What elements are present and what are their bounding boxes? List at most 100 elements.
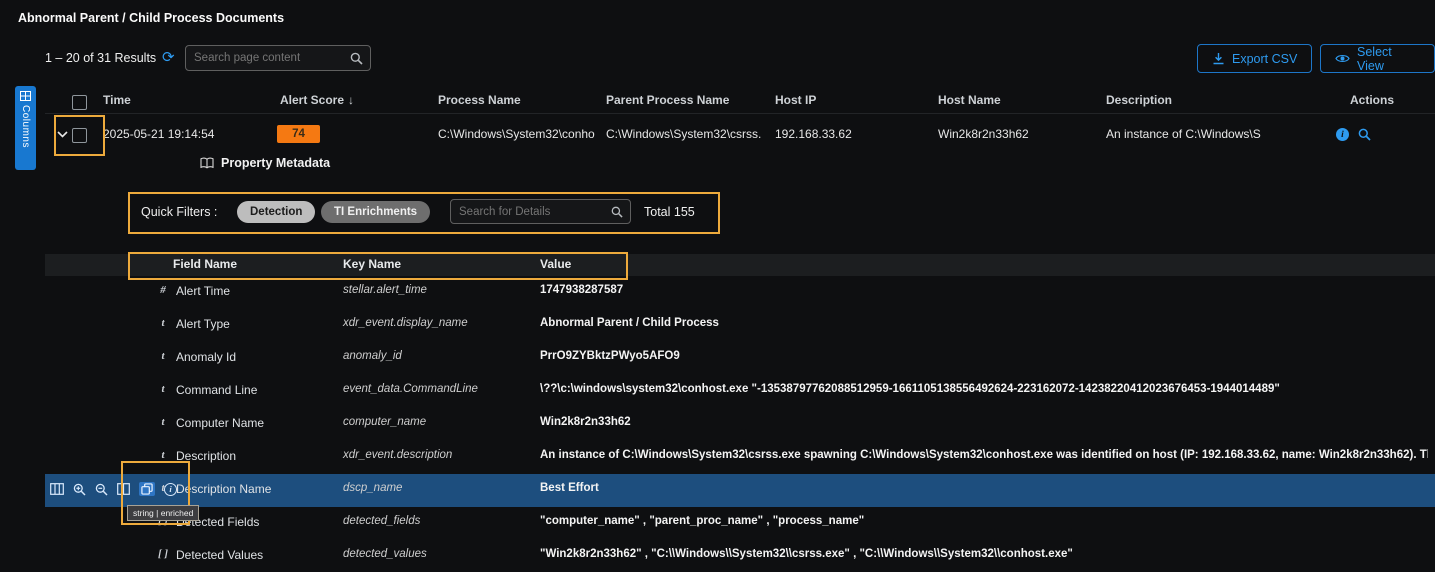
field-type-icon: t: [154, 449, 172, 461]
detail-search-input[interactable]: [451, 206, 611, 218]
row-search-icon[interactable]: [1358, 128, 1371, 141]
info-icon[interactable]: i: [164, 483, 177, 496]
export-csv-label: Export CSV: [1232, 52, 1297, 66]
field-type-icon: #: [154, 284, 172, 296]
select-all-checkbox[interactable]: [72, 95, 87, 110]
field-value: \??\c:\windows\system32\conhost.exe "-13…: [540, 383, 1280, 395]
row-process: C:\Windows\System32\conho: [438, 127, 595, 141]
detail-col-key-name: Key Name: [343, 257, 401, 271]
field-value: Win2k8r2n33h62: [540, 416, 631, 428]
page-search: [185, 45, 371, 71]
col-header-alert-score[interactable]: Alert Score ↓: [280, 93, 354, 107]
download-icon: [1212, 52, 1225, 65]
field-value: "Win2k8r2n33h62" , "C:\\Windows\\System3…: [540, 548, 1073, 560]
filter-ti-enrichments-pill[interactable]: TI Enrichments: [321, 201, 430, 223]
columns-tab-label: Columns: [20, 105, 31, 148]
row-parent: C:\Windows\System32\csrss.: [606, 127, 761, 141]
row-checkbox[interactable]: [72, 128, 87, 143]
row-actions: i: [1336, 128, 1371, 141]
search-icon: [611, 206, 623, 218]
row-info-icon[interactable]: i: [1336, 128, 1349, 141]
row-hover-toolbar: i: [50, 482, 177, 496]
row-host-name: Win2k8r2n33h62: [938, 127, 1029, 141]
detail-row-description[interactable]: t Description xdr_event.description An i…: [0, 441, 1435, 474]
field-value: "computer_name" , "parent_proc_name" , "…: [540, 515, 864, 527]
field-value: 1747938287587: [540, 284, 623, 296]
field-name: Detected Values: [176, 548, 263, 562]
table-icon[interactable]: [50, 483, 64, 495]
filter-detection-pill[interactable]: Detection: [237, 201, 315, 223]
export-csv-button[interactable]: Export CSV: [1197, 44, 1312, 73]
field-type-icon: t: [154, 416, 172, 428]
page-search-input[interactable]: [186, 52, 350, 64]
property-metadata-title: Property Metadata: [221, 156, 330, 170]
field-type-icon: [ ]: [154, 548, 172, 560]
detail-row-computer-name[interactable]: t Computer Name computer_name Win2k8r2n3…: [0, 408, 1435, 441]
field-value: Best Effort: [540, 482, 599, 494]
quick-filters-label: Quick Filters :: [141, 205, 217, 219]
columns-panel-tab[interactable]: Columns: [15, 86, 36, 170]
key-name: event_data.CommandLine: [343, 383, 478, 395]
field-type-icon: t: [154, 350, 172, 362]
detail-header-band: [45, 254, 1435, 276]
key-name: anomaly_id: [343, 350, 402, 362]
alert-score-badge[interactable]: 74: [277, 125, 320, 143]
copy-icon[interactable]: [139, 482, 155, 496]
col-header-host-ip[interactable]: Host IP: [775, 93, 816, 107]
field-type-icon: t: [154, 317, 172, 329]
columns-icon[interactable]: [117, 483, 130, 495]
refresh-icon[interactable]: ⟳: [162, 48, 175, 66]
col-header-time[interactable]: Time: [103, 93, 131, 107]
page-title: Abnormal Parent / Child Process Document…: [18, 11, 284, 25]
field-name: Anomaly Id: [176, 350, 236, 364]
row-time: 2025-05-21 19:14:54: [103, 127, 214, 141]
eye-icon: [1335, 53, 1350, 64]
field-name: Description Name: [176, 482, 271, 496]
field-value: Abnormal Parent / Child Process: [540, 317, 719, 329]
detail-search: [450, 199, 631, 224]
field-name: Computer Name: [176, 416, 264, 430]
type-tooltip: string | enriched: [127, 505, 199, 521]
col-header-actions: Actions: [1350, 93, 1394, 107]
total-count: Total 155: [644, 205, 695, 219]
zoom-out-icon[interactable]: [95, 483, 108, 496]
key-name: xdr_event.description: [343, 449, 452, 461]
select-view-button[interactable]: Select View: [1320, 44, 1435, 73]
key-name: detected_fields: [343, 515, 420, 527]
col-header-host-name[interactable]: Host Name: [938, 93, 1001, 107]
row-description: An instance of C:\Windows\S: [1106, 127, 1261, 141]
detail-row-detected-fields[interactable]: [ ] Detected Fields detected_fields "com…: [0, 507, 1435, 540]
detail-row-detected-values[interactable]: [ ] Detected Values detected_values "Win…: [0, 540, 1435, 572]
key-name: dscp_name: [343, 482, 402, 494]
key-name: xdr_event.display_name: [343, 317, 468, 329]
field-value: An instance of C:\Windows\System32\csrss…: [540, 449, 1428, 461]
field-name: Alert Type: [176, 317, 230, 331]
field-name: Command Line: [176, 383, 257, 397]
row-host-ip: 192.168.33.62: [775, 127, 852, 141]
col-header-parent[interactable]: Parent Process Name: [606, 93, 729, 107]
detail-row-alert-type[interactable]: t Alert Type xdr_event.display_name Abno…: [0, 309, 1435, 342]
key-name: detected_values: [343, 548, 427, 560]
detail-row-command-line[interactable]: t Command Line event_data.CommandLine \?…: [0, 375, 1435, 408]
field-value: PrrO9ZYBktzPWyo5AFO9: [540, 350, 680, 362]
search-icon: [350, 52, 363, 65]
app-window: Abnormal Parent / Child Process Document…: [0, 0, 1435, 572]
detail-row-description-name[interactable]: i t Description Name dscp_name Best Effo…: [0, 474, 1435, 507]
results-count: 1 – 20 of 31 Results: [45, 51, 156, 65]
key-name: stellar.alert_time: [343, 284, 427, 296]
col-header-description[interactable]: Description: [1106, 93, 1172, 107]
book-icon: [200, 157, 214, 169]
col-header-alert-score-label: Alert Score: [280, 93, 344, 107]
key-name: computer_name: [343, 416, 426, 428]
col-header-process[interactable]: Process Name: [438, 93, 521, 107]
header-divider: [45, 113, 1435, 114]
detail-row-alert-time[interactable]: # Alert Time stellar.alert_time 17479382…: [0, 276, 1435, 309]
collapse-chevron-icon[interactable]: [57, 131, 68, 138]
zoom-in-icon[interactable]: [73, 483, 86, 496]
detail-row-anomaly-id[interactable]: t Anomaly Id anomaly_id PrrO9ZYBktzPWyo5…: [0, 342, 1435, 375]
property-metadata-header: Property Metadata: [200, 156, 330, 170]
detail-col-field-name: Field Name: [173, 257, 237, 271]
field-type-icon: t: [154, 383, 172, 395]
field-name: Description: [176, 449, 236, 463]
detail-col-value: Value: [540, 257, 571, 271]
